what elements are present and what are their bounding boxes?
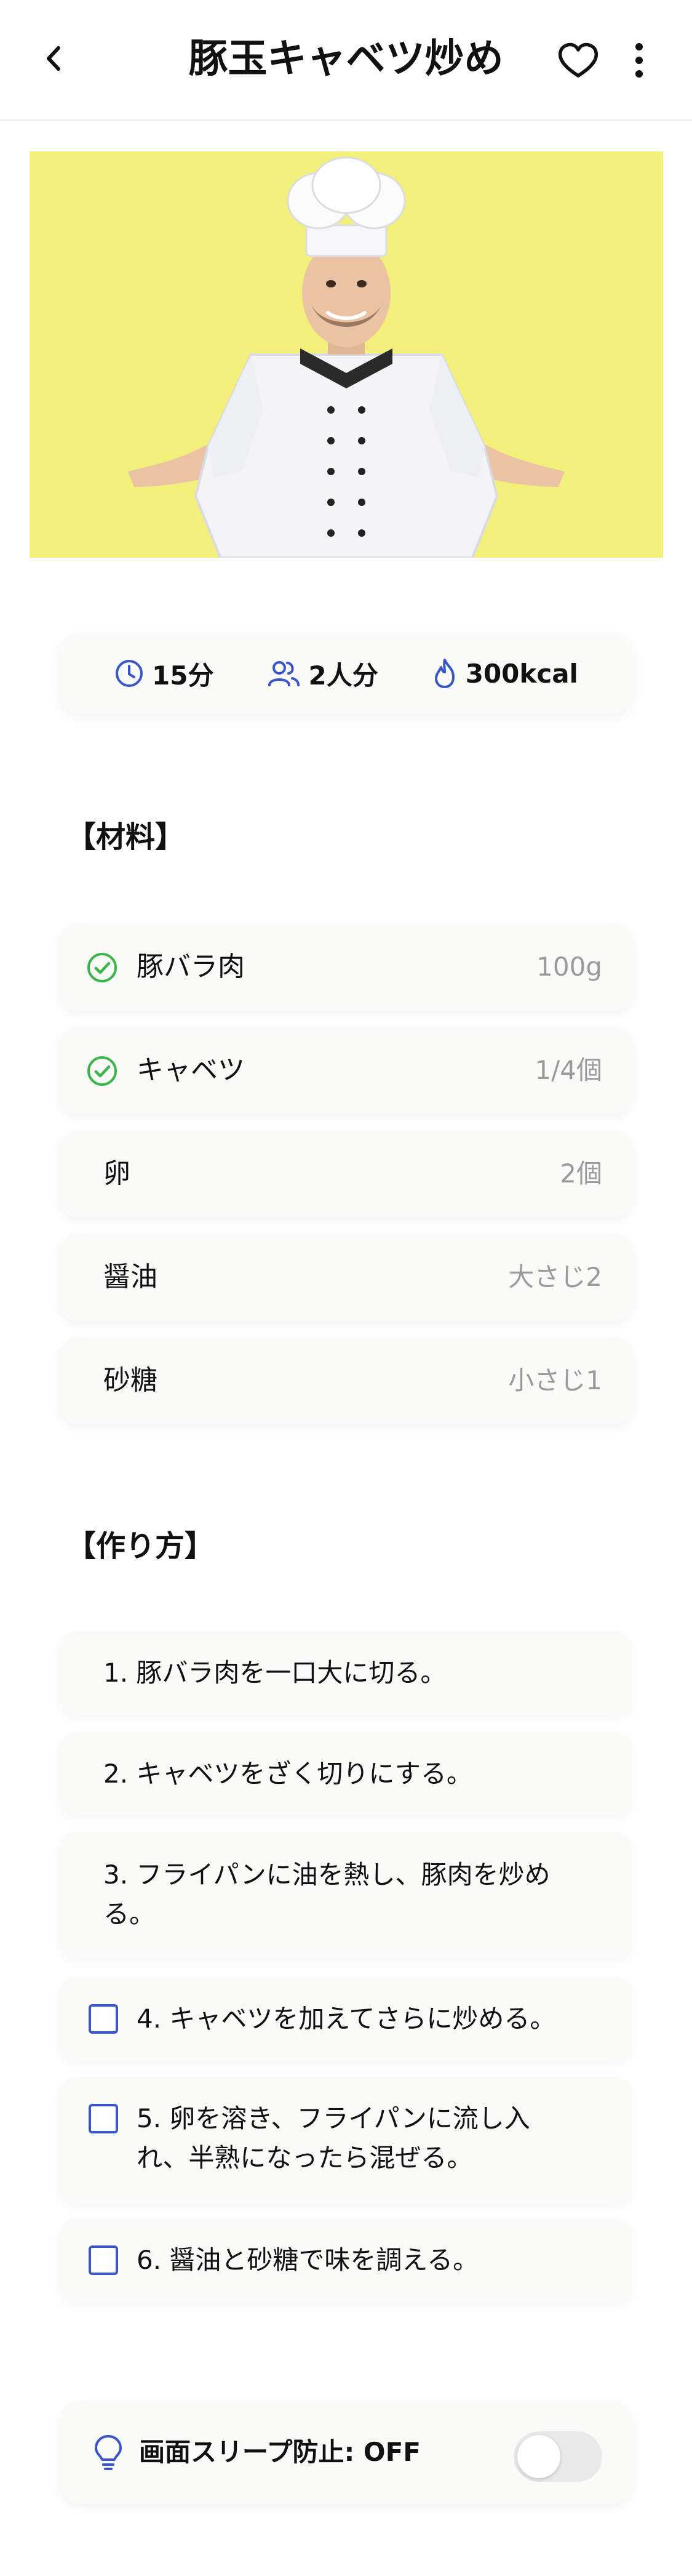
step-text: 6. 醤油と砂糖で味を調える。 (137, 2245, 479, 2275)
ingredient-row[interactable]: 豚バラ肉 100g (59, 923, 633, 1011)
lightbulb-icon (95, 2435, 122, 2470)
cook-time-value: 15分 (152, 660, 214, 691)
ingredient-row[interactable]: 砂糖 小さじ1 (59, 1337, 633, 1424)
servings-value: 2人分 (308, 660, 378, 691)
step-text: 3. フライパンに油を熱し、豚肉を炒め る。 (103, 1860, 551, 1929)
heart-outline-icon (558, 42, 599, 78)
recipe-hero-image (30, 151, 663, 558)
step-item[interactable]: 5. 卵を溶き、フライパンに流し入 れ、半熟になったら混ぜる。 (59, 2077, 633, 2204)
check-circle-icon (87, 1056, 117, 1086)
ingredient-amount: 1/4個 (535, 1055, 602, 1085)
ingredients-title: 【材料】 (66, 820, 185, 854)
step-item[interactable]: 3. フライパンに油を熱し、豚肉を炒め る。 (59, 1832, 633, 1959)
ingredient-amount: 大さじ2 (508, 1262, 602, 1292)
ingredient-row[interactable]: 卵 2個 (59, 1130, 633, 1218)
chef-illustration (128, 156, 565, 558)
ingredient-name: 卵 (103, 1158, 130, 1189)
more-vertical-icon (635, 43, 643, 78)
ingredient-name: キャベツ (137, 1054, 245, 1086)
step-item[interactable]: 4. キャベツを加えてさらに炒める。 (59, 1977, 633, 2061)
ingredient-name: 醤油 (103, 1261, 157, 1293)
back-button[interactable] (32, 37, 75, 80)
steps-title: 【作り方】 (66, 1529, 215, 1563)
step-item[interactable]: 1. 豚バラ肉を一口大に切る。 (59, 1631, 633, 1715)
step-text: 4. キャベツを加えてさらに炒める。 (137, 2004, 556, 2034)
ingredient-amount: 2個 (560, 1158, 602, 1189)
check-circle-icon (87, 953, 117, 982)
servings-stat: 2人分 (266, 655, 378, 692)
flame-icon (434, 659, 455, 688)
calories-stat: 300kcal (431, 657, 578, 689)
step-text: 2. キャベツをざく切りにする。 (103, 1759, 472, 1789)
app-header: 豚玉キャベツ炒め (0, 0, 692, 121)
sleep-guard-card: 画面スリープ防止: OFF (59, 2401, 633, 2504)
step-text: 1. 豚バラ肉を一口大に切る。 (103, 1658, 447, 1688)
cook-time-stat: 15分 (114, 655, 213, 692)
clock-icon (116, 660, 143, 687)
step-item[interactable]: 6. 醤油と砂糖で味を調える。 (59, 2218, 633, 2302)
more-options-button[interactable] (618, 36, 661, 85)
step-checkbox[interactable] (89, 2245, 118, 2275)
sleep-guard-toggle[interactable] (514, 2431, 602, 2482)
step-checkbox[interactable] (89, 2004, 118, 2034)
ingredient-name: 豚バラ肉 (137, 951, 245, 982)
calories-value: 300kcal (465, 658, 578, 689)
step-text: 5. 卵を溶き、フライパンに流し入 れ、半熟になったら混ぜる。 (137, 2103, 530, 2173)
sleep-guard-label: 画面スリープ防止: OFF (139, 2437, 421, 2467)
step-checkbox[interactable] (89, 2104, 118, 2133)
chevron-left-icon (47, 46, 60, 71)
ingredient-amount: 100g (536, 952, 602, 982)
recipe-stats-bar: 15分 2人分 300kcal (59, 633, 633, 714)
ingredient-amount: 小さじ1 (508, 1365, 602, 1395)
page-title: 豚玉キャベツ炒め (188, 36, 504, 82)
ingredient-row[interactable]: キャベツ 1/4個 (59, 1027, 633, 1114)
toggle-knob (517, 2435, 560, 2478)
ingredient-row[interactable]: 醤油 大さじ2 (59, 1234, 633, 1321)
favorite-button[interactable] (554, 36, 603, 85)
step-item[interactable]: 2. キャベツをざく切りにする。 (59, 1732, 633, 1816)
ingredient-name: 砂糖 (103, 1365, 157, 1396)
users-icon (268, 661, 300, 686)
